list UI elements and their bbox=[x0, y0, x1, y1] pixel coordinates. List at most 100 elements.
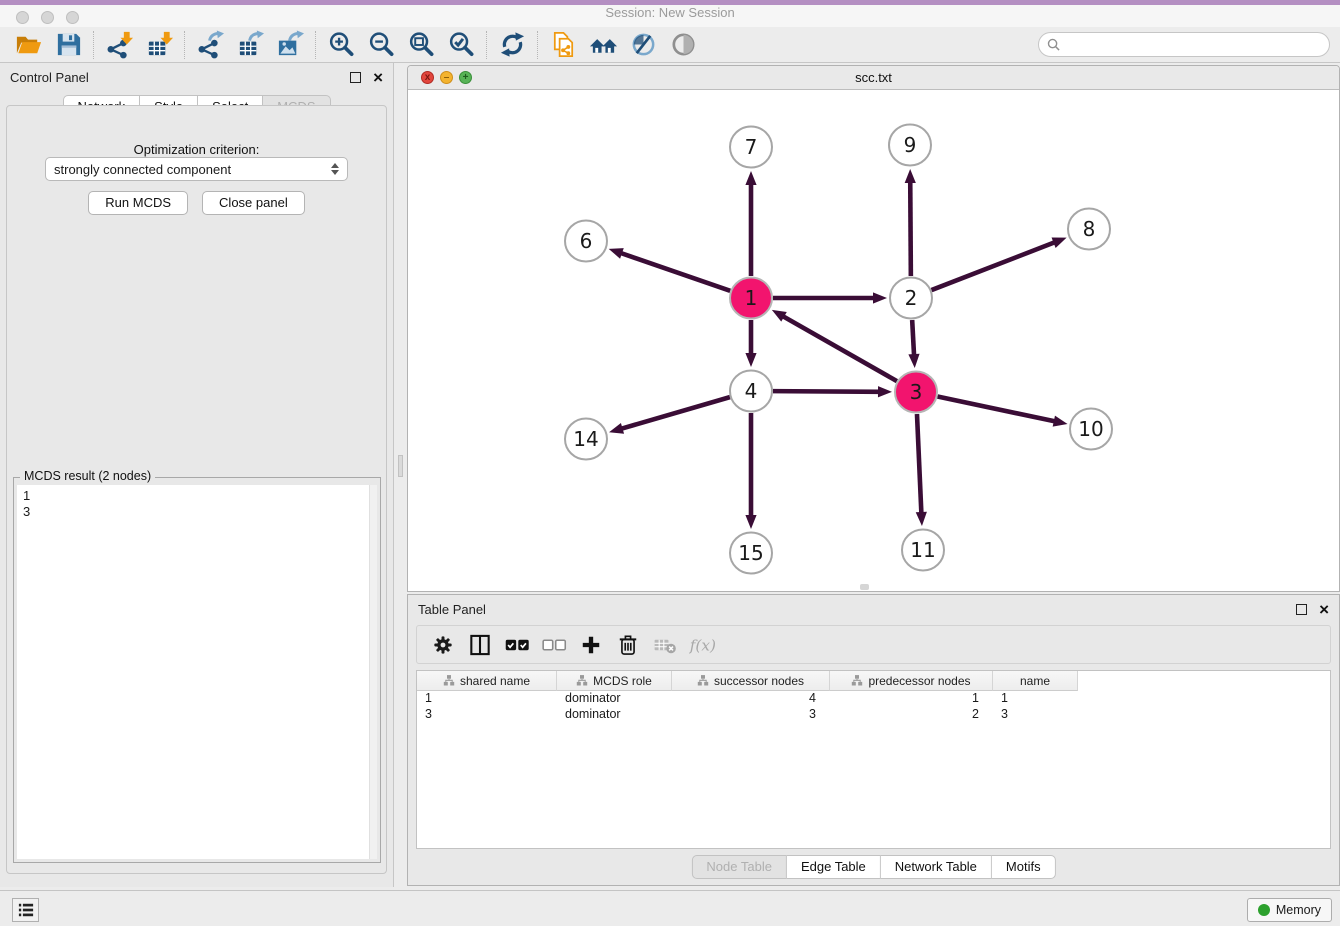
canvas-scroll-thumb[interactable] bbox=[860, 584, 869, 590]
run-mcds-button[interactable]: Run MCDS bbox=[88, 191, 188, 215]
graph-node-4[interactable]: 4 bbox=[730, 371, 772, 412]
task-history-button[interactable] bbox=[12, 898, 39, 922]
cell-name[interactable]: 3 bbox=[993, 707, 1078, 723]
refresh-icon bbox=[498, 30, 527, 59]
column-header-name[interactable]: name bbox=[993, 671, 1078, 691]
show-columns-button[interactable] bbox=[466, 631, 494, 659]
gear-icon bbox=[430, 632, 456, 658]
graph-node-10[interactable]: 10 bbox=[1070, 409, 1112, 450]
edge-2-9[interactable] bbox=[910, 181, 911, 276]
network-from-selection-button[interactable] bbox=[543, 29, 583, 61]
network-window-titlebar[interactable]: x – + scc.txt bbox=[408, 66, 1339, 90]
graph-node-1[interactable]: 1 bbox=[730, 278, 772, 319]
cell-predecessor-nodes[interactable]: 2 bbox=[830, 707, 993, 723]
import-table-button[interactable] bbox=[139, 29, 179, 61]
delete-column-button[interactable] bbox=[614, 631, 642, 659]
export-image-button[interactable] bbox=[270, 29, 310, 61]
cell-MCDS-role[interactable]: dominator bbox=[557, 691, 672, 707]
tab-motifs[interactable]: Motifs bbox=[992, 855, 1056, 879]
float-table-panel-icon[interactable] bbox=[1296, 604, 1307, 615]
toolbar-separator bbox=[486, 31, 487, 59]
cell-successor-nodes[interactable]: 4 bbox=[672, 691, 830, 707]
cell-name[interactable]: 1 bbox=[993, 691, 1078, 707]
zoom-fit-button[interactable] bbox=[401, 29, 441, 61]
cell-shared-name[interactable]: 3 bbox=[417, 707, 557, 723]
edge-4-14[interactable] bbox=[621, 397, 730, 429]
edge-3-10[interactable] bbox=[938, 397, 1056, 422]
graph-node-9[interactable]: 9 bbox=[889, 125, 931, 166]
vizmapper-button[interactable] bbox=[623, 29, 663, 61]
graph-node-6[interactable]: 6 bbox=[565, 221, 607, 262]
float-panel-icon[interactable] bbox=[350, 72, 361, 83]
table-options-button[interactable] bbox=[429, 631, 457, 659]
export-network-button[interactable] bbox=[190, 29, 230, 61]
cell-successor-nodes[interactable]: 3 bbox=[672, 707, 830, 723]
hide-panel-button[interactable] bbox=[663, 29, 703, 61]
edge-arrowhead bbox=[1052, 238, 1067, 248]
close-panel-button[interactable]: Close panel bbox=[202, 191, 305, 215]
edge-4-3[interactable] bbox=[773, 391, 880, 392]
table-panel-header: Table Panel × bbox=[408, 595, 1339, 623]
node-table[interactable]: shared nameMCDS rolesuccessor nodesprede… bbox=[416, 670, 1331, 849]
zoom-selected-button[interactable] bbox=[441, 29, 481, 61]
tab-node-table[interactable]: Node Table bbox=[691, 855, 787, 879]
cell-predecessor-nodes[interactable]: 1 bbox=[830, 691, 993, 707]
apply-layout-button[interactable] bbox=[583, 29, 623, 61]
edge-1-6[interactable] bbox=[620, 253, 730, 291]
network-canvas[interactable]: 1 2 3 4 6 7 8 9 10 11 14 15 bbox=[408, 90, 1339, 591]
column-header-successor-nodes[interactable]: successor nodes bbox=[672, 671, 830, 691]
memory-button[interactable]: Memory bbox=[1247, 898, 1332, 922]
graph-node-2[interactable]: 2 bbox=[890, 278, 932, 319]
export-table-button[interactable] bbox=[230, 29, 270, 61]
select-all-button[interactable] bbox=[503, 631, 531, 659]
search-box[interactable] bbox=[1038, 32, 1330, 57]
application-window: Session: New Session Control Panel × Net… bbox=[0, 0, 1340, 926]
edge-arrowhead bbox=[873, 292, 887, 303]
save-session-button[interactable] bbox=[48, 29, 88, 61]
select-all-icon bbox=[504, 632, 530, 658]
tab-network-table[interactable]: Network Table bbox=[881, 855, 992, 879]
import-network-button[interactable] bbox=[99, 29, 139, 61]
add-column-button[interactable] bbox=[577, 631, 605, 659]
svg-text:f(x): f(x) bbox=[689, 636, 715, 654]
fx-icon: f(x) bbox=[689, 632, 715, 658]
table-row[interactable]: 1dominator411 bbox=[417, 691, 1330, 707]
graph-node-3[interactable]: 3 bbox=[895, 372, 937, 413]
edge-3-11[interactable] bbox=[917, 414, 921, 514]
graph-node-11[interactable]: 11 bbox=[902, 530, 944, 571]
network-graph[interactable]: 1 2 3 4 6 7 8 9 10 11 14 15 bbox=[408, 90, 1339, 591]
column-header-predecessor-nodes[interactable]: predecessor nodes bbox=[830, 671, 993, 691]
column-header-shared-name[interactable]: shared name bbox=[417, 671, 557, 691]
svg-text:4: 4 bbox=[745, 379, 758, 403]
refresh-button[interactable] bbox=[492, 29, 532, 61]
network-window: x – + scc.txt 1 2 3 4 6 7 8 9 10 11 14 15 bbox=[407, 65, 1340, 592]
deselect-all-button[interactable] bbox=[540, 631, 568, 659]
splitpane-handle[interactable] bbox=[398, 455, 403, 477]
tab-edge-table[interactable]: Edge Table bbox=[787, 855, 881, 879]
svg-text:7: 7 bbox=[745, 135, 758, 159]
mcds-result-text[interactable]: 1 3 bbox=[17, 485, 377, 859]
open-session-button[interactable] bbox=[8, 29, 48, 61]
zoom-out-button[interactable] bbox=[361, 29, 401, 61]
function-builder-button: f(x) bbox=[688, 631, 716, 659]
result-scrollbar[interactable] bbox=[369, 485, 377, 859]
graph-node-15[interactable]: 15 bbox=[730, 533, 772, 574]
edge-2-3[interactable] bbox=[912, 320, 914, 356]
edge-2-8[interactable] bbox=[932, 242, 1056, 290]
cell-shared-name[interactable]: 1 bbox=[417, 691, 557, 707]
table-row[interactable]: 3dominator323 bbox=[417, 707, 1330, 723]
edge-3-1[interactable] bbox=[782, 316, 897, 381]
optimization-criterion-select[interactable]: strongly connected component bbox=[45, 157, 348, 181]
zoom-in-button[interactable] bbox=[321, 29, 361, 61]
close-panel-icon[interactable]: × bbox=[373, 72, 383, 83]
mcds-tab-content: Optimization criterion: strongly connect… bbox=[6, 105, 387, 874]
close-table-panel-icon[interactable]: × bbox=[1319, 604, 1329, 615]
svg-text:6: 6 bbox=[580, 229, 593, 253]
graph-node-8[interactable]: 8 bbox=[1068, 209, 1110, 250]
edge-arrowhead bbox=[908, 354, 919, 368]
column-header-MCDS-role[interactable]: MCDS role bbox=[557, 671, 672, 691]
cell-MCDS-role[interactable]: dominator bbox=[557, 707, 672, 723]
graph-node-7[interactable]: 7 bbox=[730, 127, 772, 168]
search-input[interactable] bbox=[1065, 38, 1321, 52]
graph-node-14[interactable]: 14 bbox=[565, 419, 607, 460]
